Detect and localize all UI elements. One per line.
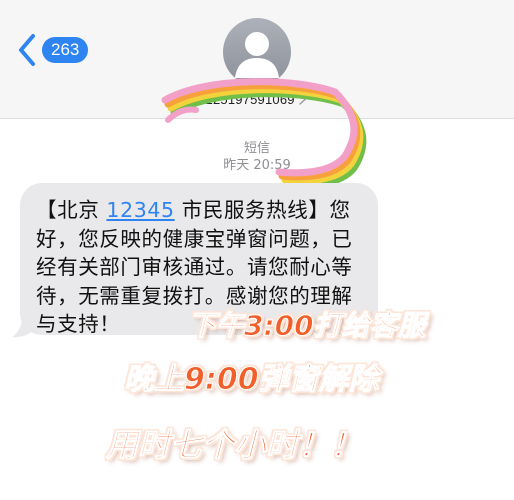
contact-number: 1069 125197591069	[172, 91, 295, 107]
chevron-right-icon	[298, 93, 306, 105]
message-prefix: 【北京	[36, 198, 107, 222]
annotation-line-3: 用时七个小时！！	[105, 426, 363, 465]
chevron-left-icon	[19, 34, 35, 66]
message-timestamp: 昨天 20:59	[223, 158, 291, 173]
contact-info-button[interactable]: 1069 125197591069	[172, 90, 306, 108]
person-icon	[235, 32, 279, 78]
back-button[interactable]: 263	[16, 33, 89, 67]
contact-avatar[interactable]	[223, 18, 291, 86]
conversation-header: 263 1069 125197591069	[0, 0, 514, 119]
bubble-tail	[12, 318, 32, 338]
annotation-line-1: 下午3:00打给客服	[188, 309, 427, 343]
hotline-link[interactable]: 12345	[106, 198, 174, 222]
unread-count-badge: 263	[42, 37, 89, 63]
annotation-line-2: 晚上9:00弹窗解除	[124, 362, 380, 398]
